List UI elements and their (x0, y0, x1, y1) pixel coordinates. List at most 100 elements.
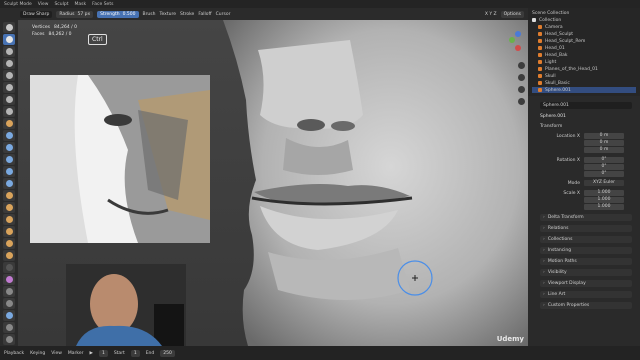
menu-mask[interactable]: Mask (75, 2, 87, 7)
outliner-item[interactable]: Camera (532, 24, 636, 30)
pan-hand-icon[interactable] (518, 74, 525, 81)
clay-tool-icon[interactable] (3, 46, 15, 57)
reference-image[interactable] (30, 75, 210, 243)
rotation-mode-dropdown[interactable]: XYZ Euler (584, 180, 624, 186)
strength-field[interactable]: Strength 0.500 (97, 10, 139, 18)
line-art-section[interactable]: Line Art (540, 291, 632, 298)
playback-menu[interactable]: Playback (4, 351, 24, 356)
snake-hook-tool-icon[interactable] (3, 226, 15, 237)
mesh-filter-tool-icon[interactable] (3, 310, 15, 321)
end-label: End (145, 350, 155, 356)
menu-sculpt[interactable]: Sculpt (54, 2, 68, 7)
outliner-item[interactable]: Skull_Basic (532, 80, 636, 86)
relations-section[interactable]: Relations (540, 225, 632, 232)
faces-value: 84,262 / 0 (48, 32, 72, 37)
pinch-tool-icon[interactable] (3, 190, 15, 201)
3d-viewport[interactable]: Vertices 84,264 / 0 Faces 84,262 / 0 Ctr… (18, 20, 528, 346)
location-z-field[interactable]: 0 m (584, 147, 624, 153)
properties-panel: Sphere.001 Sphere.001 Transform Location… (528, 96, 640, 346)
instancing-section[interactable]: Instancing (540, 247, 632, 254)
end-frame-field[interactable]: 250 (160, 349, 175, 357)
clay-thumb-tool-icon[interactable] (3, 70, 15, 81)
object-icon (538, 74, 542, 78)
mask-tool-icon[interactable] (3, 262, 15, 273)
elastic-deform-tool-icon[interactable] (3, 214, 15, 225)
flatten-tool-icon[interactable] (3, 142, 15, 153)
outliner-item[interactable]: Head_Bak (532, 52, 636, 58)
transform-header[interactable]: Transform (540, 124, 562, 129)
thumb-tool-icon[interactable] (3, 238, 15, 249)
clay-strips-tool-icon[interactable] (3, 58, 15, 69)
menu-texture[interactable]: Texture (160, 12, 176, 17)
location-x-field[interactable]: 0 m (584, 133, 624, 139)
brush-selector[interactable]: Draw Sharp (20, 10, 53, 18)
crease-tool-icon[interactable] (3, 118, 15, 129)
custom-properties-section[interactable]: Custom Properties (540, 302, 632, 309)
viewport-display-section[interactable]: Viewport Display (540, 280, 632, 287)
rotation-z-field[interactable]: 0° (584, 171, 624, 177)
outliner-item[interactable]: Light (532, 59, 636, 65)
visibility-section[interactable]: Visibility (540, 269, 632, 276)
view-menu[interactable]: View (51, 351, 62, 356)
box-hide-tool-icon[interactable] (3, 298, 15, 309)
outliner-item[interactable]: Skull (532, 73, 636, 79)
menu-cursor[interactable]: Cursor (216, 12, 231, 17)
scale-label: Scale X (563, 191, 580, 196)
zoom-icon[interactable] (518, 62, 525, 69)
scrape-tool-icon[interactable] (3, 166, 15, 177)
location-y-field[interactable]: 0 m (584, 140, 624, 146)
current-frame-field[interactable]: 1 (98, 349, 108, 357)
outliner-item-selected[interactable]: Sphere.001 (532, 87, 636, 93)
outliner-item[interactable]: Head_Sculpt_Rem (532, 38, 636, 44)
nose-shape (258, 40, 363, 129)
rotation-y-field[interactable]: 0° (584, 164, 624, 170)
camera-view-icon[interactable] (518, 86, 525, 93)
face-set-tool-icon[interactable] (3, 274, 15, 285)
smooth-tool-icon[interactable] (3, 130, 15, 141)
motion-paths-section[interactable]: Motion Paths (540, 258, 632, 265)
current-frame-value: 1 (101, 350, 105, 356)
marker-menu[interactable]: Marker (68, 351, 84, 356)
menu-falloff[interactable]: Falloff (198, 12, 211, 17)
menu-view[interactable]: View (38, 2, 49, 7)
grab-tool-icon[interactable] (3, 202, 15, 213)
scale-y-field[interactable]: 1.000 (584, 197, 624, 203)
outliner-item[interactable]: Head_Sculpt (532, 31, 636, 37)
transform-tool-icon[interactable] (3, 322, 15, 333)
menu-mode[interactable]: Sculpt Mode (4, 2, 32, 7)
outliner-item[interactable]: Head_01 (532, 45, 636, 51)
draw-tool-icon[interactable] (3, 22, 15, 33)
outliner-item[interactable]: Collection (532, 17, 636, 23)
inflate-tool-icon[interactable] (3, 94, 15, 105)
draw-sharp-tool-icon[interactable] (3, 34, 15, 45)
outliner-item[interactable]: Planes_of_the_Head_01 (532, 66, 636, 72)
perspective-toggle-icon[interactable] (518, 98, 525, 105)
delta-transform-section[interactable]: Delta Transform (540, 214, 632, 221)
blob-tool-icon[interactable] (3, 106, 15, 117)
object-name-header-text: Sphere.001 (540, 114, 566, 119)
object-name-field[interactable]: Sphere.001 (540, 102, 632, 109)
location-label: Location X (556, 134, 580, 139)
multiplane-scrape-tool-icon[interactable] (3, 178, 15, 189)
menu-stroke[interactable]: Stroke (180, 12, 194, 17)
scale-z-field[interactable]: 1.000 (584, 204, 624, 210)
object-icon (538, 32, 542, 36)
keying-menu[interactable]: Keying (30, 351, 45, 356)
layer-tool-icon[interactable] (3, 82, 15, 93)
menu-face-sets[interactable]: Face Sets (92, 2, 113, 7)
annotate-tool-icon[interactable] (3, 334, 15, 345)
radius-field[interactable]: Radius 57 px (56, 10, 94, 18)
play-button-icon[interactable]: ▶ (89, 351, 92, 356)
collections-section[interactable]: Collections (540, 236, 632, 243)
box-mask-tool-icon[interactable] (3, 286, 15, 297)
symmetry-xyz[interactable]: X Y Z (485, 12, 497, 17)
viewport-nav-controls (518, 62, 525, 105)
options-menu[interactable]: Options (500, 10, 524, 18)
start-label: Start (113, 350, 125, 356)
menu-brush[interactable]: Brush (143, 12, 156, 17)
fill-tool-icon[interactable] (3, 154, 15, 165)
pose-tool-icon[interactable] (3, 250, 15, 261)
start-frame-field[interactable]: 1 (130, 349, 140, 357)
scale-x-field[interactable]: 1.000 (584, 190, 624, 196)
rotation-x-field[interactable]: 0° (584, 157, 624, 163)
